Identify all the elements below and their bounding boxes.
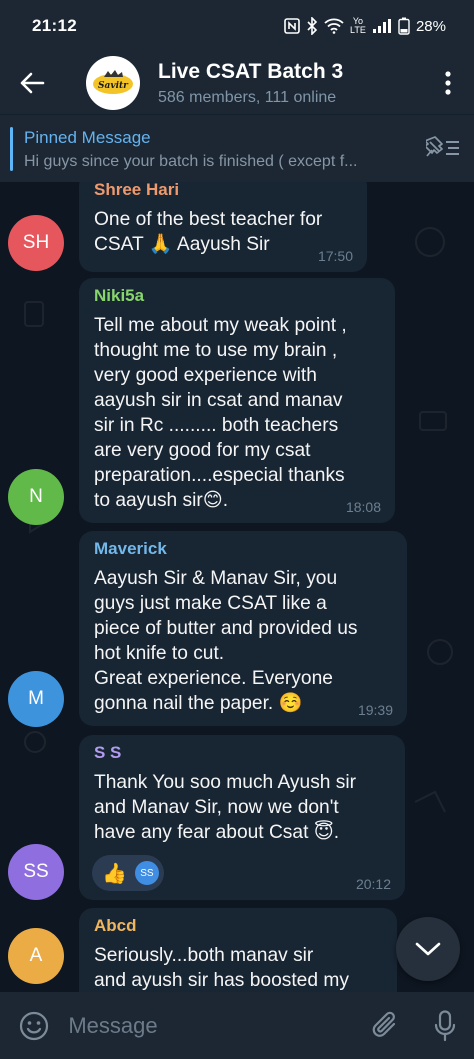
- message-bubble[interactable]: Maverick Aayush Sir & Manav Sir, you guy…: [79, 531, 407, 726]
- pinned-title: Pinned Message: [24, 128, 151, 147]
- avatar-initials: M: [28, 688, 44, 709]
- sender-avatar[interactable]: SS: [8, 844, 64, 900]
- arrow-left-icon: [20, 72, 45, 94]
- group-info[interactable]: Live CSAT Batch 3 586 members, 111 onlin…: [158, 60, 422, 107]
- more-vertical-icon: [445, 71, 451, 95]
- microphone-button[interactable]: [415, 1009, 474, 1042]
- nfc-icon: [284, 18, 300, 34]
- signal-icon: [372, 18, 392, 34]
- message-input[interactable]: [68, 1012, 357, 1039]
- scroll-to-bottom-button[interactable]: [396, 917, 460, 981]
- message-text: Thank You soo much Ayush sir and Manav S…: [94, 772, 357, 843]
- emoji-icon: [20, 1011, 49, 1040]
- message-bubble[interactable]: Abcd Seriously...both manav sir and ayus…: [79, 908, 397, 992]
- network-label: Yo LTE: [350, 16, 366, 35]
- battery-icon: [398, 17, 410, 35]
- chat-header: Savitr Live CSAT Batch 3 586 members, 11…: [0, 52, 474, 114]
- bluetooth-icon: [306, 17, 318, 35]
- wifi-icon: [324, 18, 344, 34]
- sender-avatar[interactable]: A: [8, 928, 64, 984]
- sender-name[interactable]: S S: [94, 743, 391, 763]
- microphone-icon: [434, 1009, 455, 1041]
- avatar-initials: N: [29, 486, 43, 507]
- pinned-list-button[interactable]: [424, 135, 460, 166]
- message-time: 17:50: [317, 248, 353, 264]
- reaction-user-avatar: SS: [134, 861, 159, 885]
- message-text: One of the best teacher for CSAT 🙏 Aayus…: [94, 209, 323, 255]
- message-input-bar: [0, 992, 474, 1059]
- avatar-initials: SH: [22, 232, 50, 253]
- message-time: 18:08: [345, 499, 381, 515]
- sender-name[interactable]: Maverick: [94, 539, 393, 559]
- chevron-down-icon: [415, 942, 441, 956]
- message-bubble[interactable]: Niki5a Tell me about my weak point , tho…: [79, 278, 395, 523]
- message-bubble[interactable]: Shree Hari One of the best teacher for C…: [79, 182, 367, 272]
- sender-avatar[interactable]: N: [8, 469, 64, 525]
- emoji-button[interactable]: [0, 1011, 68, 1041]
- message-time: 19:39: [357, 702, 393, 718]
- status-icons: Yo LTE 28%: [284, 17, 446, 35]
- reaction-chip[interactable]: 👍 SS: [92, 855, 164, 891]
- avatar-initials: A: [29, 945, 43, 966]
- pin-list-icon: [424, 136, 459, 157]
- group-title: Live CSAT Batch 3: [158, 59, 344, 83]
- sender-name[interactable]: Shree Hari: [94, 182, 353, 200]
- group-subtitle: 586 members, 111 online: [158, 88, 337, 106]
- status-time: 21:12: [32, 16, 77, 35]
- message-text: Seriously...both manav sir and ayush sir…: [94, 945, 349, 991]
- message-text: Tell me about my weak point , thought me…: [94, 315, 347, 511]
- more-options-button[interactable]: [422, 52, 474, 114]
- paperclip-icon: [372, 1011, 395, 1037]
- svg-text:Savitr: Savitr: [98, 81, 129, 91]
- message-time: 20:12: [355, 876, 391, 892]
- group-avatar[interactable]: Savitr: [86, 56, 140, 110]
- sender-name[interactable]: Niki5a: [94, 286, 381, 306]
- group-logo-icon: Savitr: [93, 70, 133, 94]
- chat-messages[interactable]: SH Shree Hari One of the best teacher fo…: [0, 182, 474, 992]
- avatar-initials: SS: [23, 861, 49, 882]
- message-text: Aayush Sir & Manav Sir, you guys just ma…: [94, 568, 358, 714]
- sender-name[interactable]: Abcd: [94, 916, 383, 936]
- attach-button[interactable]: [356, 1011, 415, 1041]
- pinned-indicator: [10, 127, 13, 171]
- pinned-message[interactable]: Pinned Message Hi guys since your batch …: [0, 114, 474, 182]
- thumbs-up-reaction: 👍: [102, 862, 127, 885]
- back-button[interactable]: [0, 52, 64, 114]
- message-bubble[interactable]: S S Thank You soo much Ayush sir and Man…: [79, 735, 405, 900]
- sender-avatar[interactable]: SH: [8, 215, 64, 271]
- pinned-text: Hi guys since your batch is finished ( e…: [24, 153, 358, 170]
- status-bar: 21:12 Yo LTE 28%: [0, 0, 474, 52]
- sender-avatar[interactable]: M: [8, 671, 64, 727]
- battery-level: 28%: [415, 17, 446, 35]
